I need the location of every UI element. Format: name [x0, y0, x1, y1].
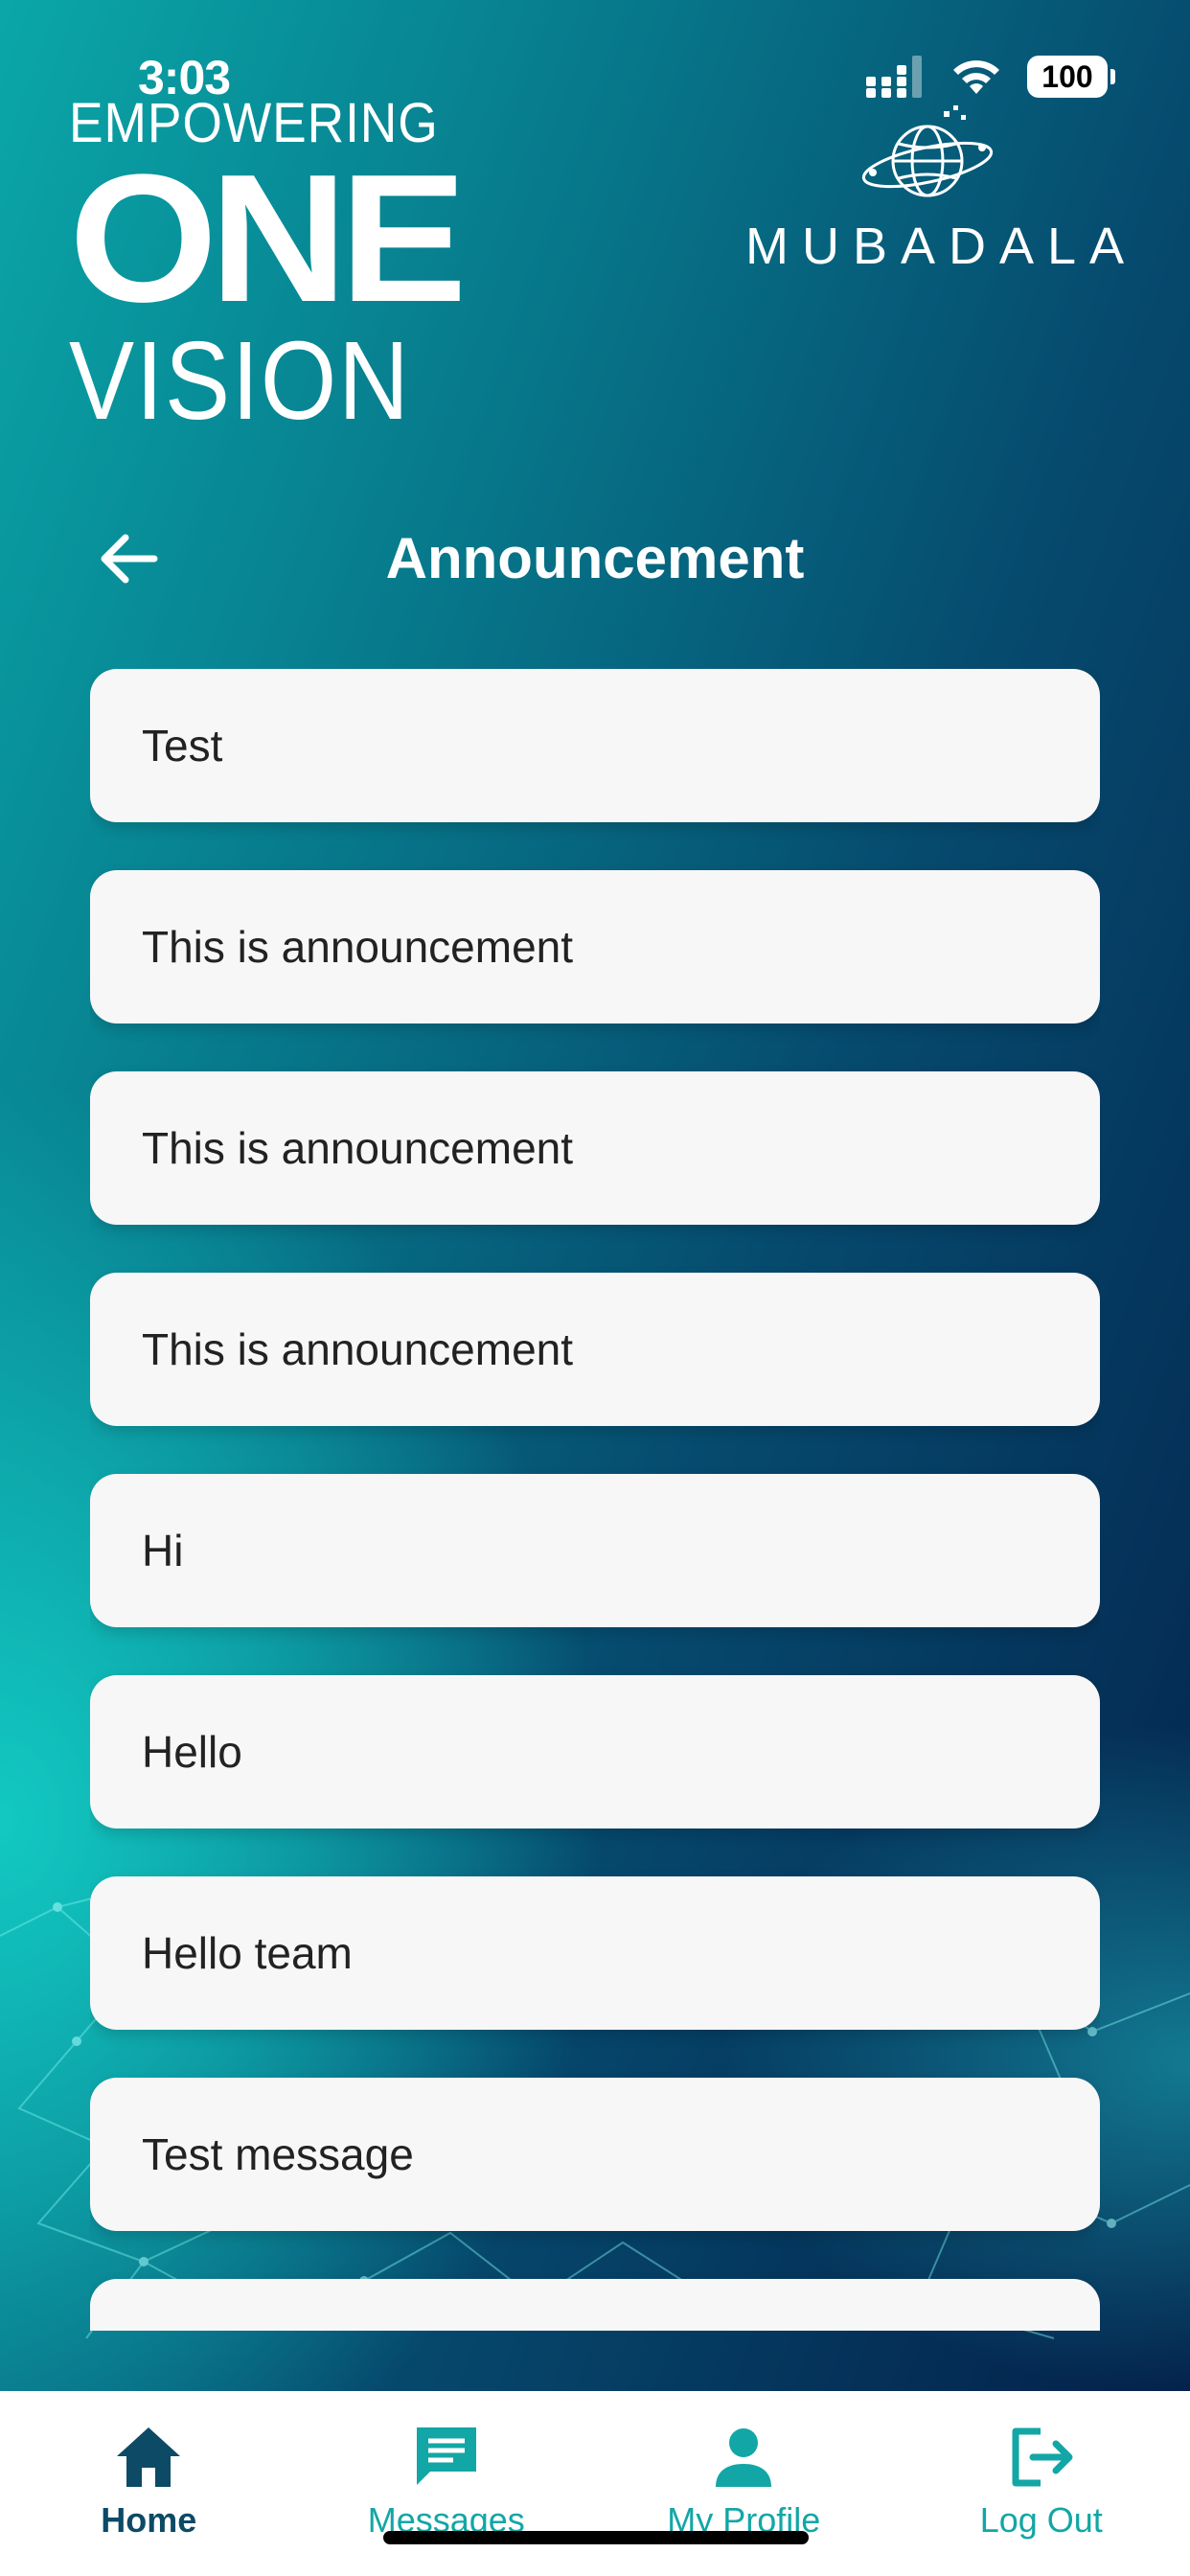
- home-icon: [117, 2427, 181, 2487]
- tab-log-out[interactable]: Log Out: [893, 2391, 1190, 2576]
- tab-messages[interactable]: Messages: [298, 2391, 596, 2576]
- logout-icon: [1012, 2427, 1073, 2487]
- logo-mubadala-text: MUBADALA: [745, 218, 1138, 275]
- bottom-tab-bar: Home Messages My Profile Log Out: [0, 2391, 1190, 2576]
- home-indicator: [383, 2531, 809, 2544]
- announcement-item[interactable]: This is announcement: [90, 1071, 1100, 1225]
- battery-icon: 100: [1027, 56, 1115, 98]
- announcement-item[interactable]: Hello team: [90, 1876, 1100, 2030]
- message-icon: [416, 2427, 476, 2485]
- logo-line-vision: VISION: [69, 318, 411, 443]
- battery-level: 100: [1041, 58, 1093, 94]
- announcement-item[interactable]: Hello: [90, 1675, 1100, 1828]
- wifi-icon: [953, 60, 999, 94]
- announcement-item[interactable]: This is announcement: [90, 870, 1100, 1024]
- tab-home[interactable]: Home: [0, 2391, 298, 2576]
- announcement-text: Test message: [142, 2129, 414, 2179]
- announcement-item[interactable]: Test: [90, 669, 1100, 822]
- profile-icon: [716, 2428, 772, 2487]
- tab-label: Home: [101, 2500, 197, 2540]
- announcement-text: This is announcement: [142, 1123, 574, 1173]
- tab-label: Log Out: [979, 2500, 1103, 2540]
- announcement-item[interactable]: Test message: [90, 2078, 1100, 2231]
- announcement-text: Test: [142, 721, 223, 770]
- status-icons: 100: [866, 56, 1115, 98]
- announcement-text: Hello: [142, 1727, 242, 1777]
- signal-icon: [866, 56, 922, 98]
- announcement-text: Hi: [142, 1526, 184, 1576]
- empowering-one-vision-logo: EMPOWERING ONE VISION: [69, 96, 470, 443]
- logo-line-one: ONE: [69, 137, 468, 340]
- announcement-text: This is announcement: [142, 922, 574, 972]
- announcement-text: Hello team: [142, 1928, 353, 1978]
- announcement-list[interactable]: Test This is announcement This is announ…: [90, 669, 1100, 2331]
- mubadala-logo: MUBADALA: [745, 105, 1124, 276]
- announcement-item[interactable]: Hi: [90, 1474, 1100, 1627]
- page-title: Announcement: [385, 526, 805, 590]
- announcement-item[interactable]: This is announcement: [90, 1273, 1100, 1426]
- announcement-item[interactable]: [90, 2279, 1100, 2331]
- announcement-text: This is announcement: [142, 1324, 574, 1374]
- globe-icon: [861, 105, 994, 197]
- tab-my-profile[interactable]: My Profile: [595, 2391, 893, 2576]
